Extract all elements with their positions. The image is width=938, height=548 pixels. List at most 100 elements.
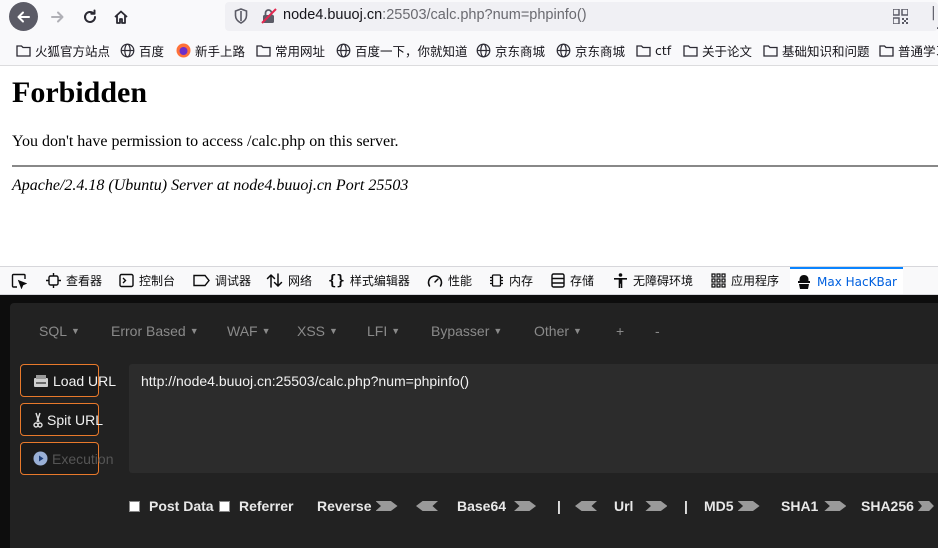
option-label: SHA1 — [781, 498, 819, 514]
menu-other[interactable]: Other ▼ — [534, 323, 582, 343]
bookmarks-bar: 火狐官方站点 百度 新手上路 常用网址 百度一下，你就知道 京东商城 京东商城 … — [0, 33, 938, 66]
menu-lfi[interactable]: LFI ▼ — [367, 323, 400, 343]
back-button[interactable] — [9, 2, 38, 31]
devtools-tab-bar: 查看器 控制台 调试器 网络 {} 样式编辑器 性能 内存 存储 无障碍环境 应用… — [0, 266, 938, 295]
menu-waf[interactable]: WAF ▼ — [227, 323, 271, 343]
menu-error-based[interactable]: Error Based ▼ — [111, 323, 199, 343]
arrow-right-icon — [50, 11, 63, 22]
menu-label: WAF — [227, 323, 258, 339]
insecure-lock-icon[interactable] — [261, 8, 277, 28]
arrow-left-icon — [575, 501, 597, 511]
qr-code-icon[interactable] — [892, 8, 909, 28]
divider — [12, 165, 938, 167]
globe-icon — [336, 43, 351, 58]
option-label: Referrer — [239, 498, 294, 514]
bookmark-item[interactable]: 新手上路 — [176, 40, 245, 60]
bookmark-item[interactable]: 京东商城 — [476, 40, 545, 60]
bookmark-folder[interactable]: 关于论文 — [683, 40, 752, 60]
menu-bypasser[interactable]: Bypasser ▼ — [431, 323, 502, 343]
remove-button[interactable]: - — [655, 323, 660, 343]
network-arrows-icon — [266, 273, 283, 288]
reload-button[interactable] — [75, 2, 104, 31]
menu-label: Bypasser — [431, 323, 490, 339]
element-picker-button[interactable] — [11, 267, 32, 294]
execution-button[interactable]: Execution — [20, 442, 113, 475]
button-label: Execution — [52, 450, 114, 467]
tab-style-editor[interactable]: {} 样式编辑器 — [328, 267, 410, 294]
hacker-icon — [796, 274, 812, 290]
option-label: Reverse — [317, 498, 372, 514]
tab-label: 存储 — [570, 274, 595, 288]
url-host: node4.buuoj.cn — [283, 7, 383, 23]
folder-icon — [636, 43, 651, 58]
split-url-button[interactable]: Spit URL — [20, 403, 103, 436]
add-button[interactable]: + — [616, 323, 624, 343]
shield-icon[interactable] — [234, 8, 248, 28]
tab-max-hackbar[interactable]: Max HacKBar — [790, 267, 903, 294]
base64-button[interactable]: Base64 — [416, 497, 537, 515]
load-url-button[interactable]: Load URL — [20, 364, 116, 397]
bookmark-label: 火狐官方站点 — [35, 43, 111, 59]
tab-storage[interactable]: 存储 — [551, 267, 594, 294]
separator: | — [557, 497, 561, 515]
menu-sql[interactable]: SQL ▼ — [39, 323, 80, 343]
tab-inspector[interactable]: 查看器 — [46, 267, 102, 294]
url-encode-button[interactable]: Url — [575, 497, 668, 515]
hackbar-body: SQL ▼ Error Based ▼ WAF ▼ XSS ▼ LFI ▼ Bypasse… — [10, 303, 938, 548]
option-label: Post Data — [149, 498, 214, 514]
tab-debugger[interactable]: 调试器 — [193, 267, 251, 294]
url-textarea[interactable]: http://node4.buuoj.cn:25503/calc.php?num… — [129, 364, 938, 473]
bookmark-folder[interactable]: 常用网址 — [256, 40, 325, 60]
sha256-button[interactable]: SHA256 — [861, 497, 934, 515]
checkbox[interactable] — [129, 500, 140, 512]
md5-button[interactable]: MD5 — [704, 497, 760, 515]
tab-label: Max HacKBar — [817, 274, 897, 289]
sha1-button[interactable]: SHA1 — [781, 497, 847, 515]
tab-console[interactable]: 控制台 — [119, 267, 175, 294]
tab-performance[interactable]: 性能 — [427, 267, 472, 294]
tab-label: 样式编辑器 — [349, 274, 410, 288]
home-button[interactable] — [106, 2, 135, 31]
menu-label: Error Based — [111, 323, 186, 339]
accessibility-icon — [613, 272, 628, 289]
checkbox[interactable] — [219, 500, 230, 512]
error-message: You don't have permission to access /cal… — [12, 133, 399, 150]
bookmark-item[interactable]: 百度一下，你就知道 — [336, 40, 468, 60]
bookmark-folder[interactable]: 火狐官方站点 — [16, 40, 110, 60]
caret-down-icon: ▼ — [391, 326, 401, 336]
arrow-right-icon — [514, 501, 537, 511]
bookmark-folder[interactable]: ctf — [636, 40, 671, 60]
folder-icon — [879, 43, 894, 58]
arrow-right-icon — [737, 501, 760, 511]
tab-label: 网络 — [288, 274, 313, 288]
post-data-checkbox[interactable]: Post Data — [129, 497, 214, 515]
globe-icon — [120, 43, 135, 58]
tab-label: 控制台 — [139, 274, 176, 288]
reverse-button[interactable]: Reverse — [317, 497, 398, 515]
app-grid-icon — [711, 273, 726, 288]
option-label: Base64 — [457, 498, 507, 514]
tab-application[interactable]: 应用程序 — [711, 267, 779, 294]
forward-button[interactable] — [42, 2, 71, 31]
referrer-checkbox[interactable]: Referrer — [219, 497, 293, 515]
tab-accessibility[interactable]: 无障碍环境 — [613, 267, 693, 294]
firefox-icon — [176, 43, 191, 58]
menu-xss[interactable]: XSS ▼ — [297, 323, 338, 343]
bookmark-label: ctf — [655, 42, 672, 58]
folder-icon — [683, 43, 698, 58]
tab-memory[interactable]: 内存 — [489, 267, 533, 294]
bookmark-item[interactable]: 百度 — [120, 40, 164, 60]
menu-label: LFI — [367, 323, 388, 339]
arrow-right-icon — [645, 501, 668, 511]
address-bar[interactable]: node4.buuoj.cn:25503/calc.php?num=phpinf… — [225, 2, 938, 37]
bookmark-label: 关于论文 — [702, 43, 753, 59]
url-text[interactable]: node4.buuoj.cn:25503/calc.php?num=phpinf… — [283, 7, 587, 23]
bookmark-item[interactable]: 京东商城 — [556, 40, 625, 60]
console-icon — [119, 273, 134, 288]
url-value: http://node4.buuoj.cn:25503/calc.php?num… — [141, 373, 470, 389]
bookmark-folder[interactable]: 普通学习 — [879, 40, 938, 60]
browser-toolbar: node4.buuoj.cn:25503/calc.php?num=phpinf… — [0, 0, 938, 37]
bookmark-folder[interactable]: 基础知识和问题 — [763, 40, 870, 60]
tab-network[interactable]: 网络 — [266, 267, 312, 294]
gauge-icon — [427, 274, 443, 288]
